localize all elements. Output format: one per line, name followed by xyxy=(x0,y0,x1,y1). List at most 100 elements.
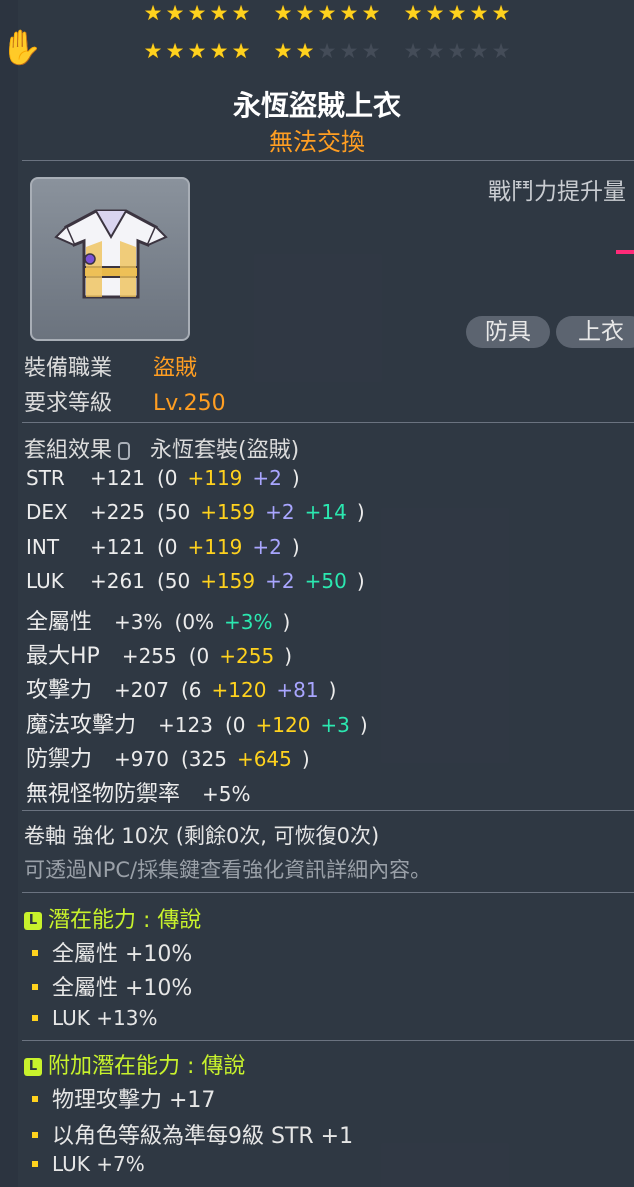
star-group: ★ ★ ★ ★ ★ xyxy=(142,2,252,24)
stat-total: +121 xyxy=(90,466,145,490)
potential-title: 潛在能力 : 傳說 xyxy=(48,908,202,933)
lock-icon xyxy=(118,442,131,460)
stat-row: DEX +225 (50 +159 +2 +14) xyxy=(26,500,365,524)
stat-row: INT +121 (0 +119 +2) xyxy=(26,535,300,559)
stat-total: +121 xyxy=(90,534,145,559)
stat-part: +14 xyxy=(304,500,347,525)
bullet-icon xyxy=(32,1096,38,1102)
stat-close: ) xyxy=(291,466,300,490)
stat-part: (50 xyxy=(156,500,191,525)
bonus-potential-line: 以角色等級為準每9級 STR +1 xyxy=(24,1118,353,1150)
stat-part: +119 xyxy=(187,466,243,490)
stat-row: 最大HP +255 (0 +255) xyxy=(26,638,292,670)
tag-armor: 防具 xyxy=(466,316,550,348)
star-group: ★ ★ ★ ★ ★ xyxy=(272,40,382,62)
star-filled-icon: ★ xyxy=(273,39,293,63)
bonus-potential-line: LUK +7% xyxy=(24,1152,145,1176)
stat-close: ) xyxy=(301,747,310,772)
star-filled-icon: ★ xyxy=(231,1,251,25)
stat-part: +255 xyxy=(219,644,275,668)
divider xyxy=(22,892,634,893)
stat-part: (0 xyxy=(188,644,210,668)
stat-total: +970 xyxy=(114,747,169,772)
star-group: ★ ★ ★ ★ ★ xyxy=(402,40,512,62)
stat-name: 防禦力 xyxy=(26,747,93,773)
stat-name: 無視怪物防禦率 xyxy=(26,781,181,807)
bullet-icon xyxy=(32,984,38,990)
bullet-icon xyxy=(32,1014,38,1021)
stat-row: 全屬性 +3% (0% +3%) xyxy=(26,604,290,636)
stat-name: 魔法攻擊力 xyxy=(26,712,137,738)
stat-row: 攻擊力 +207 (6 +120 +81) xyxy=(26,672,336,704)
stat-name: 全屬性 xyxy=(26,609,93,635)
scroll-upgrade-info: 卷軸 強化 10次 (剩餘0次, 可恢復0次) xyxy=(24,824,380,848)
potential-line: 全屬性 +10% xyxy=(24,970,192,1002)
stat-name: DEX xyxy=(26,500,68,525)
bonus-potential-line: 物理攻擊力 +17 xyxy=(24,1082,215,1114)
stat-part: +119 xyxy=(187,534,243,559)
legendary-grade-icon: L xyxy=(24,1058,42,1076)
bonus-potential-line-text: 物理攻擊力 +17 xyxy=(52,1088,216,1113)
star-filled-icon: ★ xyxy=(209,39,229,63)
bullet-icon xyxy=(32,1132,38,1138)
stat-close: ) xyxy=(282,609,291,634)
potential-line-text: 全屬性 +10% xyxy=(52,942,193,967)
bullet-icon xyxy=(32,1160,38,1167)
stat-total: +207 xyxy=(114,678,169,703)
star-empty-icon: ★ xyxy=(403,39,423,63)
stat-part: (6 xyxy=(180,678,202,703)
star-force-row-2: ★ ★ ★ ★ ★ ★ ★ ★ ★ ★ ★ ★ ★ ★ ★ xyxy=(142,40,532,62)
item-name: 永恆盜賊上衣 xyxy=(232,89,401,122)
star-filled-icon: ★ xyxy=(469,1,489,25)
star-filled-icon: ★ xyxy=(187,39,207,63)
star-filled-icon: ★ xyxy=(317,1,337,25)
required-job-row: 裝備職業 盜賊 xyxy=(24,350,197,382)
stat-part: +2 xyxy=(265,569,295,594)
required-level-row: 要求等級 Lv.250 xyxy=(24,385,226,417)
required-job-label: 裝備職業 xyxy=(24,356,113,381)
stat-name: 最大HP xyxy=(26,644,100,669)
stat-total: +225 xyxy=(90,500,145,525)
star-filled-icon: ★ xyxy=(491,1,511,25)
bonus-potential-line-text: LUK +7% xyxy=(52,1152,145,1176)
star-filled-icon: ★ xyxy=(187,1,207,25)
star-empty-icon: ★ xyxy=(425,39,445,63)
set-effect-row: 套組效果 永恆套裝(盜賊) xyxy=(24,432,299,464)
stat-name: 攻擊力 xyxy=(26,678,93,704)
divider xyxy=(22,810,634,811)
stat-part: +159 xyxy=(200,500,256,525)
star-filled-icon: ★ xyxy=(403,1,423,25)
star-filled-icon: ★ xyxy=(447,1,467,25)
stat-part: +120 xyxy=(255,712,311,737)
star-filled-icon: ★ xyxy=(425,1,445,25)
star-filled-icon: ★ xyxy=(143,39,163,63)
star-filled-icon: ★ xyxy=(295,39,315,63)
star-filled-icon: ★ xyxy=(361,1,381,25)
star-filled-icon: ★ xyxy=(165,1,185,25)
stat-close: ) xyxy=(356,500,365,525)
potential-header: L 潛在能力 : 傳說 xyxy=(24,902,201,934)
required-level-label: 要求等級 xyxy=(24,391,113,416)
bonus-potential-line-text: 以角色等級為準每9級 STR +1 xyxy=(52,1124,354,1149)
star-force-row-1: ★ ★ ★ ★ ★ ★ ★ ★ ★ ★ ★ ★ ★ ★ ★ xyxy=(142,2,532,24)
stat-part: (50 xyxy=(156,569,191,594)
stat-close: ) xyxy=(284,644,293,668)
star-empty-icon: ★ xyxy=(339,39,359,63)
stat-part: (0% xyxy=(174,609,215,634)
stat-close: ) xyxy=(291,534,300,559)
star-empty-icon: ★ xyxy=(447,39,467,63)
stat-part: +2 xyxy=(265,500,295,525)
stat-part: +120 xyxy=(211,678,267,703)
stat-part: (325 xyxy=(180,747,227,772)
stat-row: 魔法攻擊力 +123 (0 +120 +3) xyxy=(26,707,368,739)
stat-part: +159 xyxy=(200,569,256,594)
stat-total: +261 xyxy=(90,569,145,594)
stat-part: +3% xyxy=(224,609,273,634)
combat-power-indicator xyxy=(616,250,634,254)
stat-name: STR xyxy=(26,466,65,490)
bonus-potential-title: 附加潛在能力 : 傳說 xyxy=(48,1054,246,1079)
bonus-potential-header: L 附加潛在能力 : 傳說 xyxy=(24,1048,245,1080)
potential-line-text: LUK +13% xyxy=(52,1006,158,1030)
stat-name: LUK xyxy=(26,569,64,594)
stat-close: ) xyxy=(359,712,368,737)
